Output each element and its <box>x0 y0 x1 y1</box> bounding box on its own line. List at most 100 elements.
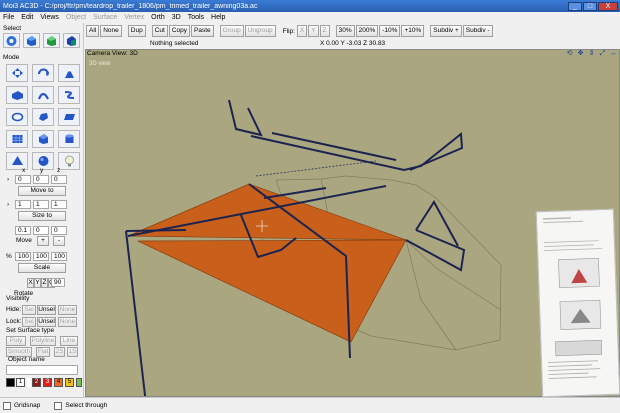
zoom-out-10-button[interactable]: -10% <box>379 25 401 37</box>
fit-view-icon[interactable]: ⤢ <box>598 50 607 58</box>
menu-edit[interactable]: Edit <box>21 14 33 21</box>
circle-tool-icon[interactable] <box>6 108 28 126</box>
reset-view-icon[interactable]: ↔ <box>609 50 618 58</box>
box-tool-icon[interactable] <box>32 130 54 148</box>
visibility-label: Visibility <box>6 295 30 302</box>
ungroup-button[interactable]: Ungroup <box>244 25 276 37</box>
menu-orth[interactable]: Orth <box>151 14 165 21</box>
size-expand-arrow[interactable]: › <box>7 201 9 208</box>
size-y-field[interactable]: 1 <box>33 200 49 209</box>
surface-polyline-button[interactable]: Polyline <box>30 336 56 346</box>
size-to-button[interactable]: Size to <box>18 211 66 221</box>
cut-button[interactable]: Cut <box>151 25 168 37</box>
palette-swatch-green[interactable] <box>76 378 82 387</box>
flip-y-button[interactable]: Y <box>308 25 319 37</box>
pan-view-icon[interactable]: ✥ <box>576 50 585 58</box>
object-name-field[interactable] <box>6 365 78 375</box>
rotate-tool-icon[interactable] <box>32 64 54 82</box>
subdiv-plus-button[interactable]: Subdiv + <box>430 25 462 37</box>
step-x-field[interactable]: 0.1 <box>15 226 31 235</box>
step-y-field[interactable]: 0 <box>33 226 49 235</box>
paste-button[interactable]: Paste <box>191 25 214 37</box>
rotate-axis-y-button[interactable]: Y <box>34 278 41 288</box>
surface-line-button[interactable]: Line <box>60 336 78 346</box>
flip-x-button[interactable]: X <box>296 25 308 37</box>
palette-swatch-3[interactable]: 3 <box>43 378 52 387</box>
lock-selected-button[interactable]: Sel <box>22 317 36 327</box>
menu-help[interactable]: Help <box>211 14 225 21</box>
maximize-button[interactable]: □ <box>583 1 597 11</box>
surface-2s-button[interactable]: 2S <box>54 347 65 357</box>
palette-swatch-1[interactable]: 1 <box>16 378 25 387</box>
close-button[interactable]: X <box>598 1 618 11</box>
polygon-tool-icon[interactable] <box>32 108 54 126</box>
menu-surface[interactable]: Surface <box>93 14 117 21</box>
move-plus-button[interactable]: + <box>37 236 49 246</box>
hide-none-button[interactable]: None <box>58 305 77 315</box>
menu-object[interactable]: Object <box>66 14 86 21</box>
scale-y-field[interactable]: 100 <box>33 252 49 261</box>
palette-gap <box>27 378 31 387</box>
subdiv-minus-button[interactable]: Subdiv - <box>462 25 493 37</box>
menu-tools[interactable]: Tools <box>188 14 204 21</box>
gridsnap-option[interactable]: Gridsnap <box>3 401 40 410</box>
cylinder-tool-icon[interactable] <box>58 130 80 148</box>
rotate-view-icon[interactable]: ⟲ <box>565 50 574 58</box>
bend-tool-icon[interactable] <box>32 86 54 104</box>
copy-button[interactable]: Copy <box>168 25 191 37</box>
scale-button[interactable]: Scale <box>18 263 66 273</box>
hide-unselected-button[interactable]: Unsel <box>37 305 56 315</box>
menu-3d[interactable]: 3D <box>172 14 181 21</box>
select-none-button[interactable]: None <box>100 25 122 37</box>
move-to-button[interactable]: Move to <box>18 186 66 196</box>
move-expand-arrow[interactable]: › <box>7 176 9 183</box>
select-object-icon[interactable] <box>43 33 60 48</box>
gridsnap-checkbox[interactable] <box>3 401 11 410</box>
zoom-30-button[interactable]: 30% <box>335 25 355 37</box>
group-button[interactable]: Group <box>219 25 244 37</box>
lock-none-button[interactable]: None <box>58 317 77 327</box>
zoom-view-icon[interactable]: ⇕ <box>587 50 596 58</box>
select-group-icon[interactable] <box>63 33 80 48</box>
move-x-field[interactable]: 0 <box>15 175 31 184</box>
surface-poly-button[interactable]: Poly <box>6 336 26 346</box>
minimize-button[interactable]: _ <box>568 1 582 11</box>
select-through-checkbox[interactable] <box>54 401 63 410</box>
size-x-field[interactable]: 1 <box>15 200 31 209</box>
surface-1s-button[interactable]: 1S <box>67 347 78 357</box>
select-vertex-icon[interactable] <box>3 33 20 48</box>
scale-x-field[interactable]: 100 <box>15 252 31 261</box>
flip-z-button[interactable]: Z <box>319 25 330 37</box>
size-z-field[interactable]: 1 <box>51 200 67 209</box>
scale-tool-icon[interactable] <box>58 64 80 82</box>
rotate-axis-x-button[interactable]: X <box>27 278 34 288</box>
zoom-200-button[interactable]: 200% <box>355 25 379 37</box>
rectangle-tool-icon[interactable] <box>58 108 80 126</box>
step-z-field[interactable]: 0 <box>51 226 67 235</box>
move-minus-button[interactable]: - <box>53 236 65 246</box>
move-z-field[interactable]: 0 <box>51 175 67 184</box>
rotate-axis-z-button[interactable]: Z <box>41 278 48 288</box>
palette-swatch-2[interactable]: 2 <box>32 378 41 387</box>
zoom-in-10-button[interactable]: +10% <box>401 25 425 37</box>
select-through-option[interactable]: Select through <box>54 401 107 410</box>
select-all-button[interactable]: All <box>86 25 100 37</box>
palette-swatch-black[interactable] <box>6 378 15 387</box>
extrude-tool-icon[interactable] <box>6 86 28 104</box>
select-surface-icon[interactable] <box>23 33 40 48</box>
menu-views[interactable]: Views <box>40 14 59 21</box>
rotate-angle-field[interactable]: 90 <box>51 278 65 287</box>
lock-unselected-button[interactable]: Unsel <box>37 317 56 327</box>
move-tool-icon[interactable] <box>6 64 28 82</box>
palette-swatch-5[interactable]: 5 <box>65 378 74 387</box>
menu-vertex[interactable]: Vertex <box>124 14 144 21</box>
scale-z-field[interactable]: 100 <box>51 252 67 261</box>
light-tool-icon[interactable] <box>58 152 80 170</box>
twist-tool-icon[interactable] <box>58 86 80 104</box>
menu-file[interactable]: File <box>3 14 14 21</box>
duplicate-button[interactable]: Dup <box>127 25 146 37</box>
move-y-field[interactable]: 0 <box>33 175 49 184</box>
hide-selected-button[interactable]: Sel <box>22 305 36 315</box>
palette-swatch-4[interactable]: 4 <box>54 378 63 387</box>
mesh-tool-icon[interactable] <box>6 130 28 148</box>
